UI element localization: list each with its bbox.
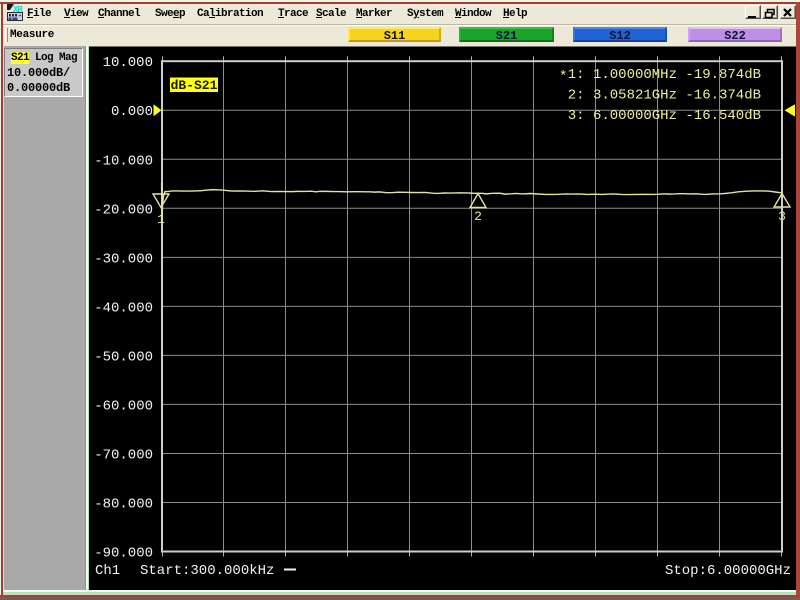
svg-text:-20.000: -20.000	[94, 202, 153, 218]
svg-text:1: 1	[157, 212, 165, 227]
svg-text:Start:300.000kHz: Start:300.000kHz	[140, 563, 274, 579]
svg-text:Ch1: Ch1	[95, 563, 120, 579]
svg-text:3: 3	[778, 209, 786, 224]
svg-text:dB-S21: dB-S21	[171, 78, 218, 93]
svg-text:10.000: 10.000	[103, 55, 153, 71]
svg-text:Stop:6.00000GHz: Stop:6.00000GHz	[665, 563, 791, 579]
svg-text:-30.000: -30.000	[94, 251, 153, 267]
svg-text:3: 6.00000GHz -16.540dB: 3: 6.00000GHz -16.540dB	[568, 108, 761, 124]
svg-text:-50.000: -50.000	[94, 349, 153, 365]
svg-text:-90.000: -90.000	[94, 546, 153, 562]
svg-text:2: 2	[474, 209, 482, 224]
svg-text:-10.000: -10.000	[94, 153, 153, 169]
svg-text:1: 1.00000MHz -19.874dB: 1: 1.00000MHz -19.874dB	[568, 67, 761, 83]
svg-text:-40.000: -40.000	[94, 300, 153, 316]
svg-text:-60.000: -60.000	[94, 398, 153, 414]
svg-text:2: 3.05821GHz -16.374dB: 2: 3.05821GHz -16.374dB	[568, 88, 761, 104]
svg-text:0.000: 0.000	[111, 104, 153, 120]
svg-text:-70.000: -70.000	[94, 447, 153, 463]
svg-text:-80.000: -80.000	[94, 497, 153, 513]
svg-text:*: *	[559, 69, 567, 85]
